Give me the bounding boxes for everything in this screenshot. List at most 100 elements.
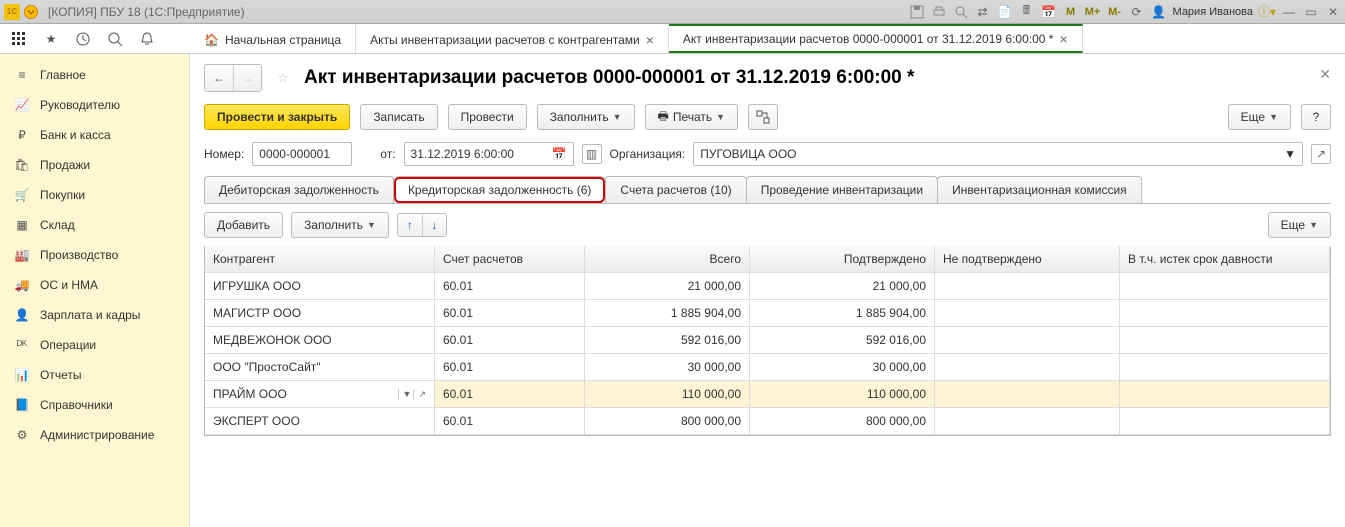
favorite-icon[interactable]: ☆ (272, 67, 294, 89)
boxes-icon: ▦ (14, 217, 30, 233)
cell: 60.01 (435, 381, 585, 408)
cell (1120, 327, 1330, 354)
cell: 1 885 904,00 (750, 300, 935, 327)
nav-forward-button[interactable]: → (233, 65, 261, 91)
open-org-icon[interactable]: ↗ (1311, 144, 1331, 164)
sidebar-item[interactable]: 🚚ОС и НМА (0, 270, 189, 300)
document-tab[interactable]: Дебиторская задолженность (204, 176, 394, 203)
history-icon[interactable] (74, 30, 92, 48)
table-more-button[interactable]: Еще▼ (1268, 212, 1331, 238)
search-icon[interactable] (106, 30, 124, 48)
document-tab[interactable]: Счета расчетов (10) (605, 176, 746, 203)
print-button[interactable]: 🖶Печать▼ (645, 104, 739, 130)
column-header[interactable]: В т.ч. истек срок давности (1120, 246, 1330, 273)
m-minus-button[interactable]: М- (1107, 4, 1123, 20)
restore-icon[interactable]: ▭ (1303, 4, 1319, 20)
cell (935, 327, 1120, 354)
sidebar-item-label: Администрирование (40, 428, 154, 442)
table-row[interactable]: МЕДВЕЖОНОК ООО60.01592 016,00592 016,00 (205, 327, 1330, 354)
app-tab[interactable]: Акты инвентаризации расчетов с контраген… (356, 24, 669, 53)
cell: 1 885 904,00 (585, 300, 750, 327)
cell-dropdown-icon[interactable]: ▼↗ (398, 389, 426, 400)
bars-icon: 📊 (14, 367, 30, 383)
cell (935, 273, 1120, 300)
post-button[interactable]: Провести (448, 104, 527, 130)
user-icon: 👤 (1151, 4, 1167, 20)
refresh-icon[interactable]: ⟳ (1129, 4, 1145, 20)
sidebar-item[interactable]: ᴰᴷОперации (0, 330, 189, 360)
close-icon[interactable]: ✕ (1325, 4, 1341, 20)
tab-close-icon[interactable]: × (1059, 31, 1067, 47)
column-header[interactable]: Контрагент (205, 246, 435, 273)
tab-close-icon[interactable]: × (646, 32, 654, 48)
sidebar-item[interactable]: 📊Отчеты (0, 360, 189, 390)
m-plus-button[interactable]: М+ (1085, 4, 1101, 20)
column-header[interactable]: Не подтверждено (935, 246, 1120, 273)
document-tab[interactable]: Кредиторская задолженность (6) (393, 176, 606, 203)
document-tabs: Дебиторская задолженностьКредиторская за… (204, 176, 1331, 204)
sidebar-item-label: Склад (40, 218, 75, 232)
nav-back-button[interactable]: ← (205, 65, 233, 91)
cell: 592 016,00 (585, 327, 750, 354)
add-row-button[interactable]: Добавить (204, 212, 283, 238)
sidebar-item[interactable]: ▦ Склад (0, 210, 189, 240)
minimize-icon[interactable]: — (1281, 4, 1297, 20)
star-icon[interactable]: ★ (42, 30, 60, 48)
calendar-icon[interactable]: 📅 (552, 147, 567, 161)
sidebar-item[interactable]: ⚙Администрирование (0, 420, 189, 450)
sidebar-item[interactable]: ₽Банк и касса (0, 120, 189, 150)
compare-icon[interactable]: ⇄ (975, 4, 991, 20)
movement-register-button[interactable] (748, 104, 778, 130)
print-icon[interactable] (931, 4, 947, 20)
m-button[interactable]: М (1063, 4, 1079, 20)
fill-rows-button[interactable]: Заполнить▼ (291, 212, 389, 238)
cell-contractor: ООО "ПростоСайт" (213, 360, 321, 374)
post-and-close-button[interactable]: Провести и закрыть (204, 104, 350, 130)
app-tab[interactable]: Акт инвентаризации расчетов 0000-000001 … (669, 24, 1083, 53)
apps-icon[interactable] (10, 30, 28, 48)
sidebar-item[interactable]: 🏭Производство (0, 240, 189, 270)
move-up-button[interactable]: ↑ (398, 214, 422, 236)
save-disk-icon[interactable] (909, 4, 925, 20)
document-tab[interactable]: Проведение инвентаризации (746, 176, 938, 203)
fill-button[interactable]: Заполнить▼ (537, 104, 635, 130)
move-down-button[interactable]: ↓ (422, 214, 446, 236)
calc-icon[interactable]: 🖩 (1019, 4, 1035, 20)
save-button[interactable]: Записать (360, 104, 437, 130)
document-mode-icon[interactable]: ▥ (582, 144, 602, 164)
bell-icon[interactable] (138, 30, 156, 48)
sidebar-item[interactable]: 📘Справочники (0, 390, 189, 420)
sidebar-item[interactable]: 👤Зарплата и кадры (0, 300, 189, 330)
factory-icon: 🏭 (14, 247, 30, 263)
organization-input[interactable]: ПУГОВИЦА ООО▼ (693, 142, 1303, 166)
number-input[interactable]: 0000-000001 (252, 142, 352, 166)
calendar-icon[interactable]: 📅 (1041, 4, 1057, 20)
help-button[interactable]: ? (1301, 104, 1331, 130)
app-tab[interactable]: 🏠Начальная страница (190, 24, 356, 53)
document-tab[interactable]: Инвентаризационная комиссия (937, 176, 1142, 203)
table-row[interactable]: ООО "ПростоСайт"60.0130 000,0030 000,00 (205, 354, 1330, 381)
table-row[interactable]: ИГРУШКА ООО60.0121 000,0021 000,00 (205, 273, 1330, 300)
table-row[interactable]: ЭКСПЕРТ ООО60.01800 000,00800 000,00 (205, 408, 1330, 435)
table-row[interactable]: ПРАЙМ ООО▼↗60.01110 000,00110 000,00 (205, 381, 1330, 408)
user-name[interactable]: Мария Иванова (1173, 6, 1253, 18)
sidebar-item[interactable]: ≡Главное (0, 60, 189, 90)
cell (935, 408, 1120, 435)
column-header[interactable]: Подтверждено (750, 246, 935, 273)
sidebar-item[interactable]: 🛍Продажи (0, 150, 189, 180)
column-header[interactable]: Счет расчетов (435, 246, 585, 273)
page-close-icon[interactable]: ✕ (1319, 66, 1331, 83)
search-icon[interactable] (953, 4, 969, 20)
table-row[interactable]: МАГИСТР ООО60.011 885 904,001 885 904,00 (205, 300, 1330, 327)
more-button[interactable]: Еще▼ (1228, 104, 1291, 130)
date-input[interactable]: 31.12.2019 6:00:00📅 (404, 142, 574, 166)
column-header[interactable]: Всего (585, 246, 750, 273)
info-icon[interactable]: ⓘ▾ (1259, 4, 1275, 20)
sidebar-item[interactable]: 📈Руководителю (0, 90, 189, 120)
dropdown-icon[interactable] (24, 5, 38, 19)
sidebar-item[interactable]: 🛒Покупки (0, 180, 189, 210)
cell: 30 000,00 (750, 354, 935, 381)
cell: 800 000,00 (750, 408, 935, 435)
cart-icon: 🛒 (14, 187, 30, 203)
doc-icon[interactable]: 📄 (997, 4, 1013, 20)
